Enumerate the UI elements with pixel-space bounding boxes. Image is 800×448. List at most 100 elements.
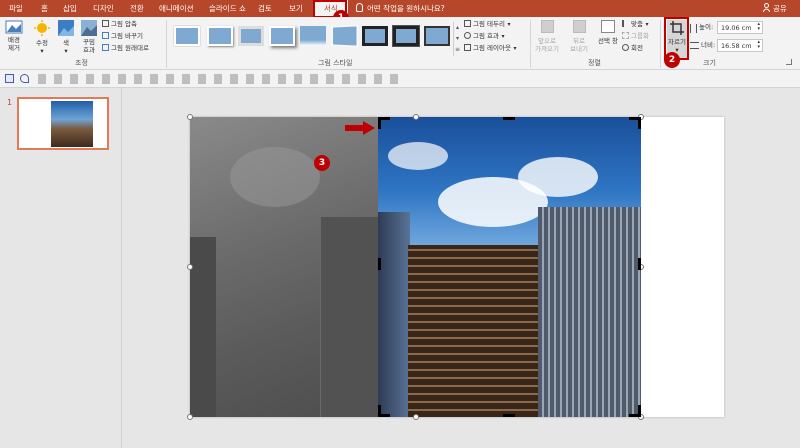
tab-animations[interactable]: 애니메이션 [159, 3, 194, 14]
send-backward-button: 뒤로 보내기 [566, 20, 592, 56]
reset-picture-icon [102, 44, 109, 51]
height-value: 19.06 cm [721, 24, 752, 32]
save-icon[interactable] [5, 74, 14, 83]
brick-building [408, 245, 558, 417]
resize-handle[interactable] [187, 264, 193, 270]
remove-bg-label-1: 배경 [8, 36, 20, 44]
thumbnail-picture [51, 101, 93, 147]
crop-handle[interactable] [378, 117, 381, 129]
picture-effects-button[interactable]: 그림 효과 ▾ [464, 31, 505, 41]
color-button[interactable]: 색 ▾ [56, 20, 76, 56]
layout-icon [464, 44, 471, 51]
tab-insert[interactable]: 삽입 [63, 3, 77, 14]
height-field[interactable]: 19.06 cm ▴ ▾ [717, 21, 763, 34]
selection-pane-button[interactable]: 선택 창 [595, 20, 621, 56]
resize-handle[interactable] [413, 414, 419, 420]
remove-background-button[interactable]: 배경 제거 [4, 20, 24, 56]
share-icon [762, 3, 771, 13]
artistic-effects-button[interactable]: 꾸밈 효과 [78, 20, 100, 56]
send-backward-label-2: 보내기 [570, 45, 588, 53]
slide-number: 1 [7, 98, 13, 107]
artistic-label-2: 효과 [83, 46, 95, 54]
send-backward-icon [573, 20, 586, 33]
bring-forward-button: 앞으로 가져오기 [534, 20, 560, 56]
crop-handle[interactable] [378, 405, 381, 417]
lightbulb-icon [356, 3, 363, 12]
resize-handle[interactable] [187, 114, 193, 120]
picture-layout-button[interactable]: 그림 레이아웃 ▾ [464, 43, 517, 53]
slide-thumbnail-pane: 1 [0, 88, 122, 448]
crop-handle[interactable] [638, 405, 641, 417]
tab-file[interactable]: 파일 [9, 3, 23, 14]
style-thumb[interactable] [300, 26, 326, 46]
change-picture-button[interactable]: 그림 바꾸기 [102, 31, 143, 41]
style-thumb[interactable] [362, 26, 388, 46]
compress-pictures-button[interactable]: 그림 압축 [102, 19, 137, 29]
style-thumb[interactable] [207, 26, 233, 46]
spinner-icon[interactable]: ▴ ▾ [757, 40, 760, 50]
tell-me-input[interactable]: 어떤 작업을 원하시나요? [367, 3, 445, 14]
group-separator [530, 20, 531, 68]
style-thumb[interactable] [174, 26, 200, 46]
tab-review[interactable]: 검토 [258, 3, 272, 14]
share-button[interactable]: 공유 [773, 3, 787, 14]
picture-border-button[interactable]: 그림 테두리 ▾ [464, 19, 511, 29]
crop-handle[interactable] [503, 117, 515, 120]
slide-thumbnail[interactable] [17, 97, 109, 150]
height-label: 높이: [699, 23, 714, 31]
glass-tower-left [378, 212, 410, 417]
sun-icon [34, 20, 50, 36]
align-button[interactable]: 맞춤 ▾ [622, 19, 649, 29]
grey-building-left [190, 237, 216, 417]
crop-handle[interactable] [638, 258, 641, 270]
tab-home[interactable]: 홈 [41, 3, 48, 14]
toolbar-icons [38, 74, 398, 84]
crop-handle[interactable] [638, 117, 641, 129]
picture-styles-gallery[interactable]: ▴ ▾ ≡ [172, 22, 462, 56]
chevron-down-icon: ▾ [40, 47, 44, 55]
slide-canvas: 3 [123, 88, 800, 448]
size-dialog-launcher-icon[interactable] [786, 59, 792, 65]
cropped-picture[interactable] [378, 117, 641, 417]
tab-view[interactable]: 보기 [289, 3, 303, 14]
spinner-icon[interactable]: ▴ ▾ [757, 22, 760, 32]
selection-pane-label: 선택 창 [597, 37, 618, 45]
style-thumb[interactable] [269, 26, 295, 46]
crop-handle[interactable] [503, 414, 515, 417]
rotate-button[interactable]: 회전 [622, 43, 643, 53]
resize-handle[interactable] [187, 414, 193, 420]
undo-icon[interactable] [20, 74, 29, 83]
style-thumb[interactable] [424, 26, 450, 46]
effects-icon [464, 32, 471, 39]
style-thumb[interactable] [332, 25, 358, 47]
width-field[interactable]: 16.58 cm ▴ ▾ [717, 39, 763, 52]
corrections-label: 수정 [36, 39, 48, 47]
style-thumb[interactable] [393, 26, 419, 46]
quick-access-toolbar [0, 70, 800, 88]
glass-tower-right [538, 207, 641, 417]
arrow-right-icon [345, 121, 375, 135]
reset-picture-button[interactable]: 그림 원래대로 [102, 43, 149, 53]
group-separator [166, 20, 167, 68]
crop-handle[interactable] [378, 258, 381, 270]
style-thumb[interactable] [238, 26, 264, 46]
width-label: 너비: [701, 41, 716, 49]
selection-pane-icon [601, 20, 615, 33]
ribbon-tab-bar: 파일 홈 삽입 디자인 전환 애니메이션 슬라이드 쇼 검토 보기 서식 어떤 … [0, 0, 800, 17]
artistic-label-1: 꾸밈 [83, 38, 95, 46]
bring-forward-label-1: 앞으로 [538, 37, 556, 45]
align-icon [622, 20, 629, 27]
group-styles-label: 그림 스타일 [318, 59, 353, 67]
corrections-button[interactable]: 수정 ▾ [31, 20, 53, 56]
resize-handle[interactable] [413, 114, 419, 120]
chevron-down-icon: ▾ [501, 33, 505, 40]
tab-transitions[interactable]: 전환 [130, 3, 144, 14]
tab-slideshow[interactable]: 슬라이드 쇼 [209, 3, 246, 14]
bring-forward-label-2: 가져오기 [535, 45, 559, 53]
tab-design[interactable]: 디자인 [93, 3, 114, 14]
change-picture-icon [102, 32, 109, 39]
chevron-down-icon: ▾ [507, 21, 511, 28]
cropped-area-picture [190, 117, 378, 417]
pencil-icon [464, 20, 471, 27]
gallery-scroll[interactable]: ▴ ▾ ≡ [453, 22, 461, 56]
